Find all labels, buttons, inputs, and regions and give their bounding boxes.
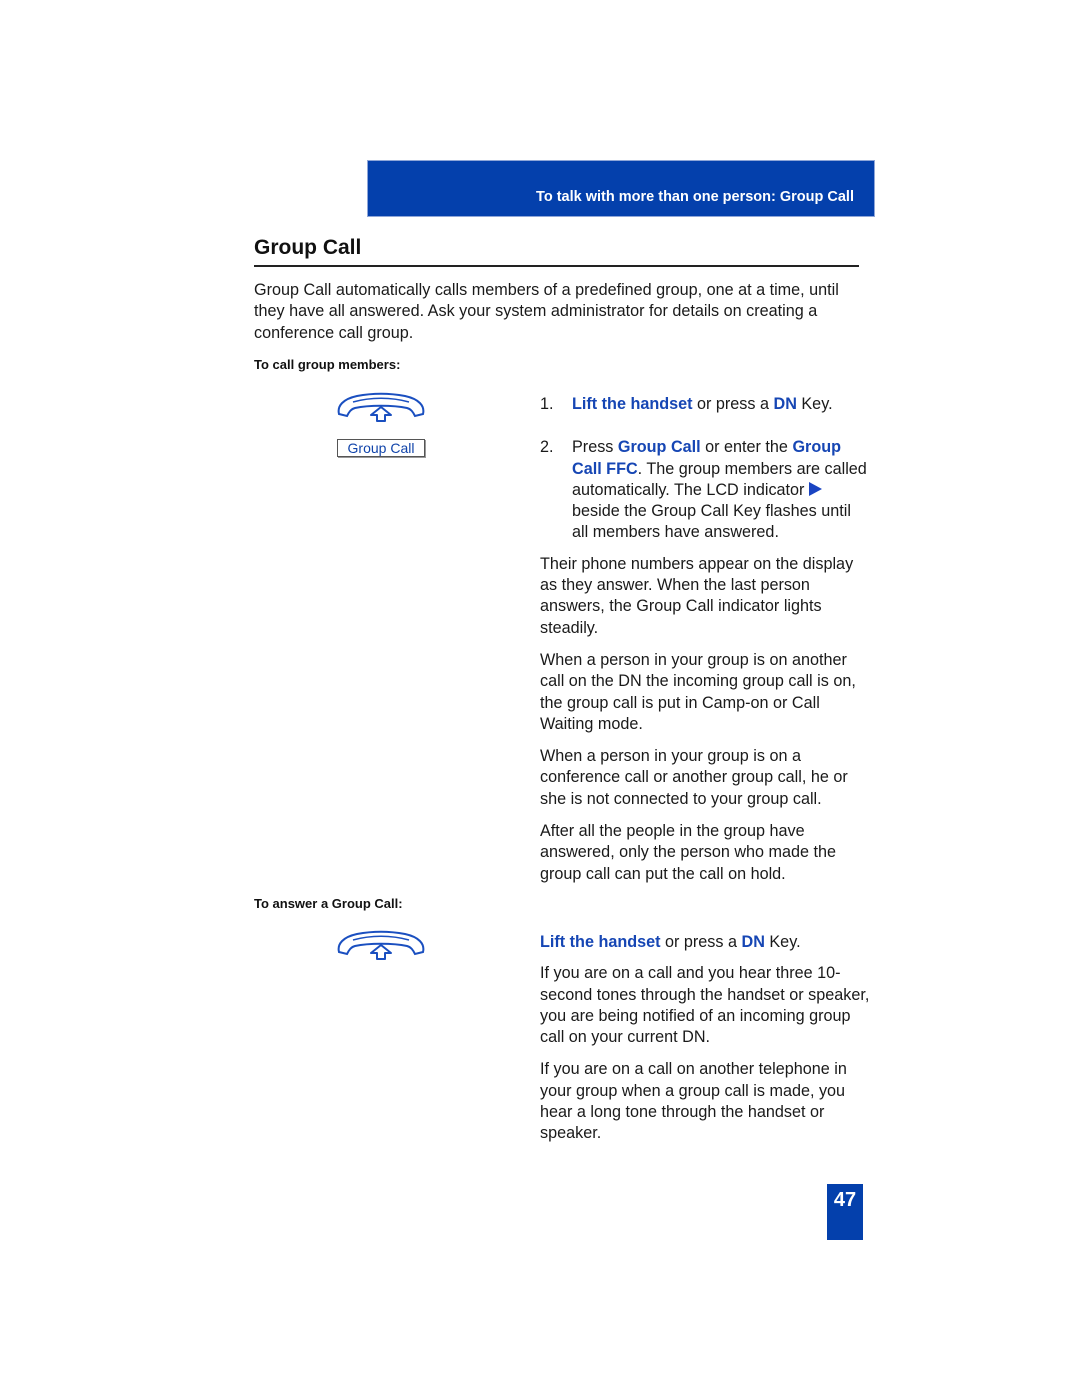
step-number: 1. <box>540 395 554 413</box>
group-call-softkey[interactable]: Group Call <box>337 439 425 457</box>
paragraph-long-tone: If you are on a call on another telephon… <box>540 1060 847 1143</box>
paragraph-camp-on: When a person in your group is on anothe… <box>540 650 856 733</box>
lift-handset-action: Lift the handset <box>540 933 661 951</box>
lcd-indicator-triangle-icon <box>808 481 822 496</box>
paragraph-conference: When a person in your group is on a conf… <box>540 747 848 808</box>
section-header-title: To talk with more than one person: Group… <box>536 189 854 205</box>
handset-lift-icon <box>337 392 425 422</box>
step-text: or enter the <box>700 438 793 457</box>
step-1: 1. Lift the handset or press a DN Key. <box>540 394 870 415</box>
dn-key-label: DN <box>741 933 765 951</box>
step-text: Key. <box>764 933 801 951</box>
step-text: Key. <box>796 395 833 413</box>
intro-paragraph: Group Call automatically calls members o… <box>254 281 839 342</box>
group-call-key-label: Group Call <box>617 438 701 457</box>
page-title: Group Call <box>254 236 362 259</box>
step-2: 2. Press Group Call or enter the Group C… <box>540 437 870 543</box>
handset-lift-icon <box>337 930 425 960</box>
paragraph-hold: After all the people in the group have a… <box>540 822 837 883</box>
subheading-answer-group-call: To answer a Group Call: <box>254 896 403 911</box>
lift-handset-action: Lift the handset <box>572 395 693 413</box>
answer-column: Lift the handset or press a DN Key. If y… <box>540 932 870 1145</box>
section-header-band: To talk with more than one person: Group… <box>367 160 875 217</box>
dn-key-label: DN <box>773 395 797 413</box>
step-number: 2. <box>540 438 554 457</box>
paragraph-phone-numbers: Their phone numbers appear on the displa… <box>540 554 854 637</box>
step-text: beside the Group Call Key flashes until … <box>572 502 851 542</box>
step-text: or press a <box>692 395 774 413</box>
title-divider <box>254 265 859 267</box>
call-steps-column: 1. Lift the handset or press a DN Key. 2… <box>540 394 870 885</box>
step-text: or press a <box>660 933 742 951</box>
step-text: Press <box>572 438 618 457</box>
paragraph-notification-tones: If you are on a call and you hear three … <box>540 964 870 1047</box>
page-number: 47 <box>827 1184 863 1240</box>
answer-action: Lift the handset or press a DN Key. <box>540 932 870 953</box>
subheading-call-group-members: To call group members: <box>254 357 401 372</box>
